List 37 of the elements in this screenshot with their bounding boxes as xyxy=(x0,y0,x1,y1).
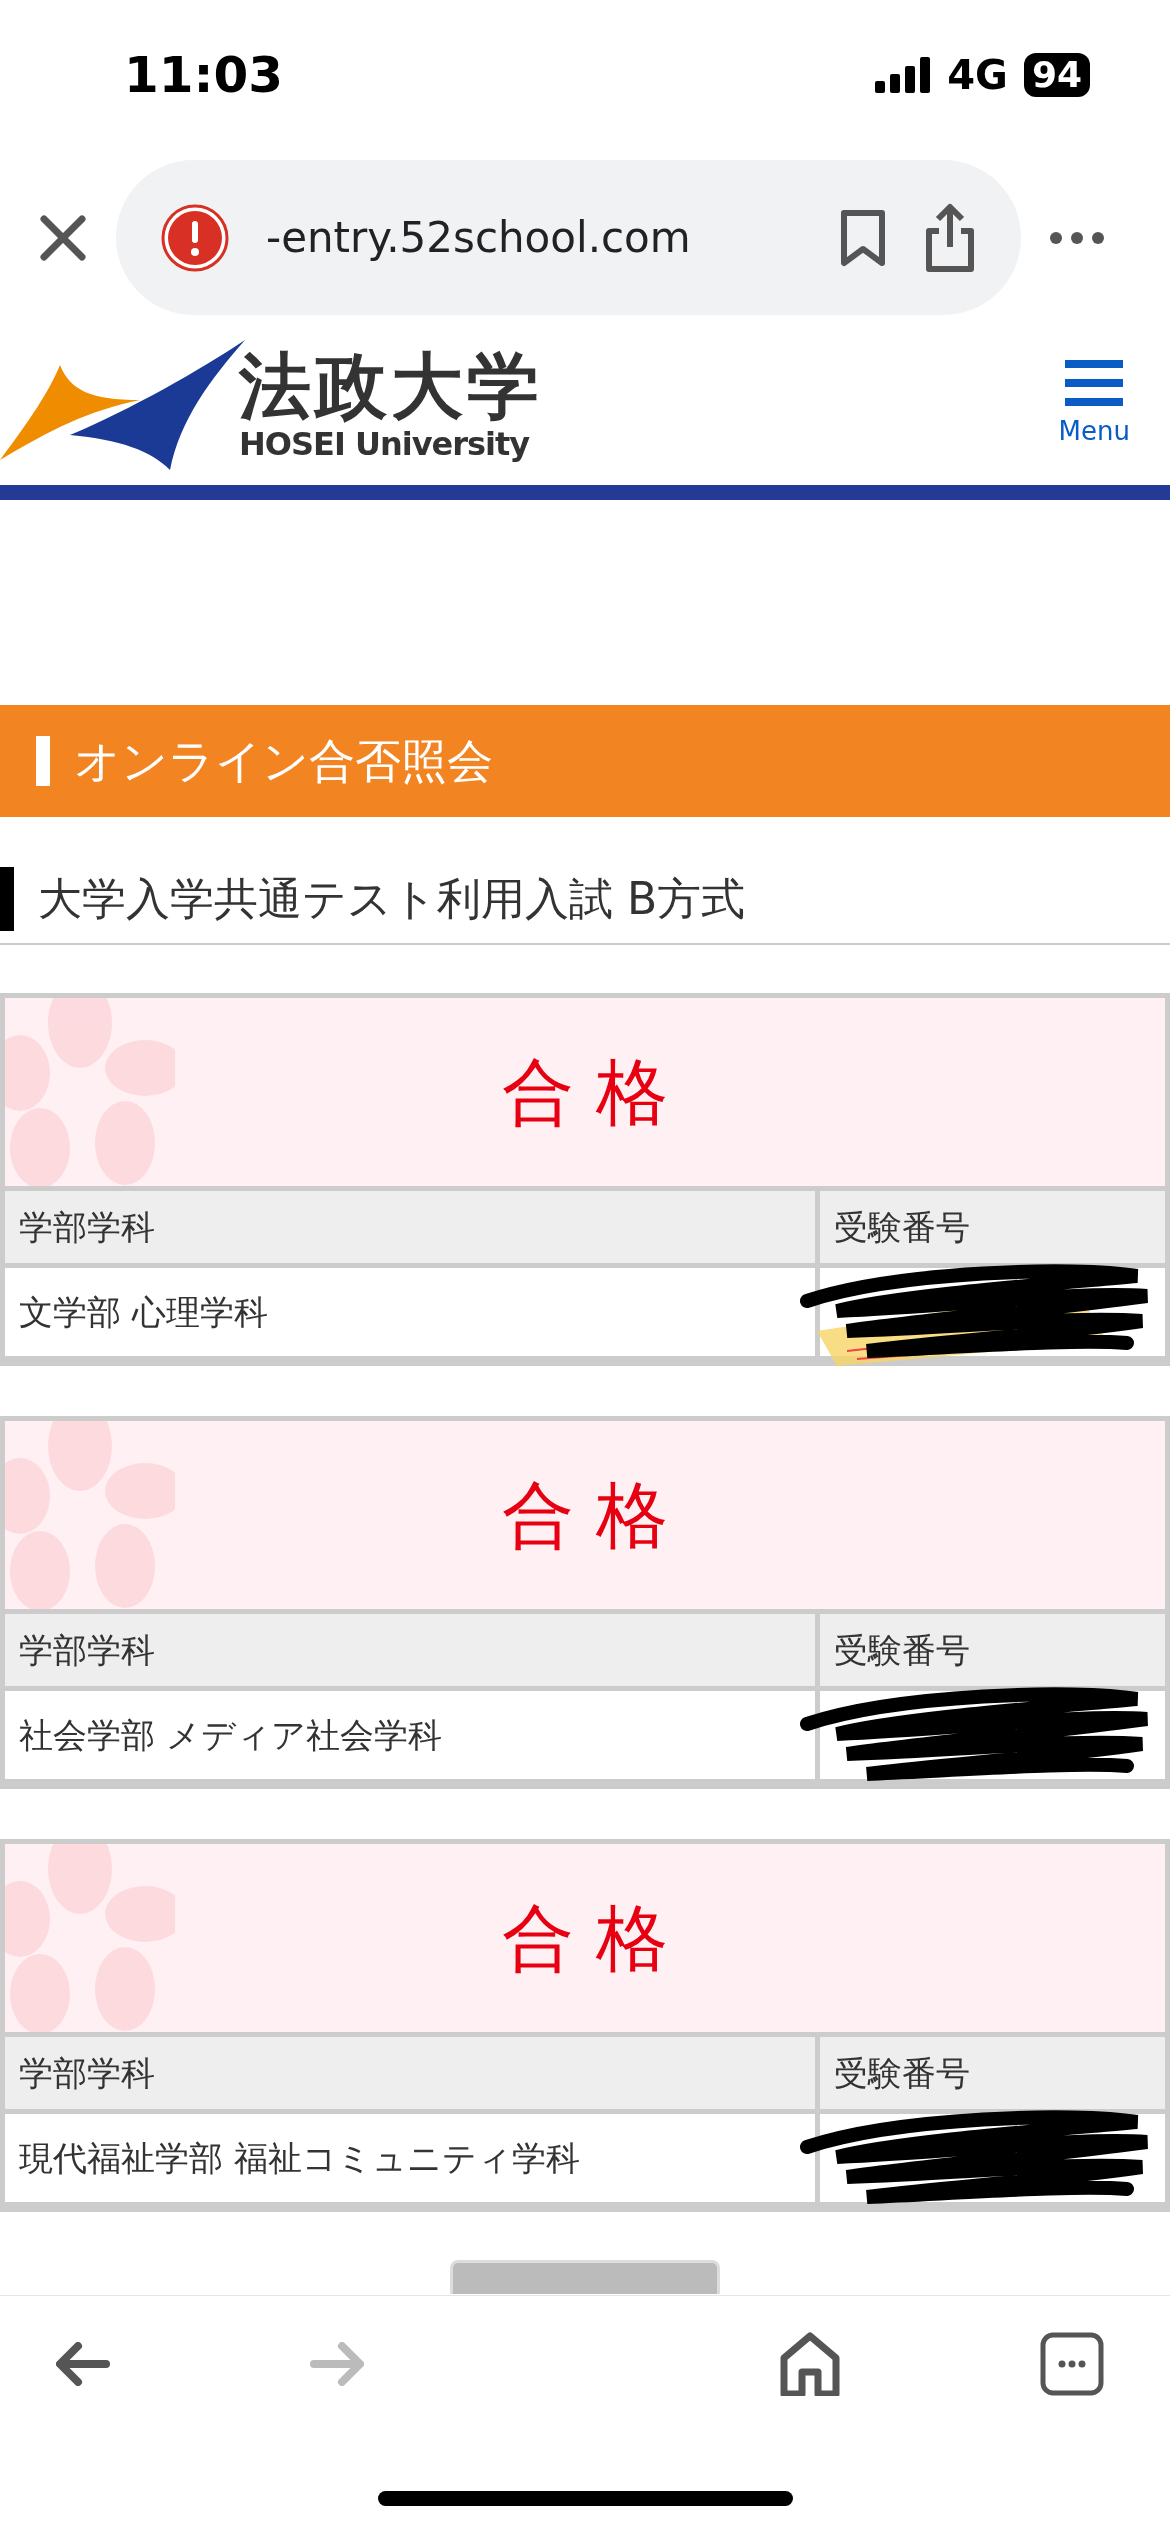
logo-kanji: 法政大学 xyxy=(239,350,543,422)
network-label: 4G xyxy=(947,51,1008,100)
table-header-cell: 学部学科 xyxy=(5,2037,815,2109)
url-text: -entry.52school.com xyxy=(266,212,691,264)
table-header-cell: 学部学科 xyxy=(5,1614,815,1686)
back-arrow-icon[interactable] xyxy=(56,2341,110,2386)
blossom-icon xyxy=(5,998,175,1186)
banner-title: オンライン合否照会 xyxy=(74,732,493,790)
logo-latin: HOSEI University xyxy=(239,428,531,460)
table-cell: 現代福祉学部 福祉コミュニティ学科 xyxy=(5,2114,815,2202)
exam-heading: 大学入学共通テスト利用入試 B方式 xyxy=(38,872,746,926)
table-header-cell: 受験番号 xyxy=(820,1614,1165,1686)
warning-icon xyxy=(160,202,230,273)
table-header-cell: 受験番号 xyxy=(820,1191,1165,1263)
table-header-cell: 学部学科 xyxy=(5,1191,815,1263)
result-status: 合 格 xyxy=(501,1472,669,1559)
bookmark-icon[interactable] xyxy=(839,208,887,267)
table-cell: 社会学部 メディア社会学科 xyxy=(5,1691,815,1779)
menu-icon xyxy=(1065,359,1124,406)
address-bar[interactable]: -entry.52school.com xyxy=(116,160,1021,315)
blossom-icon xyxy=(5,1421,175,1609)
accent-bar xyxy=(0,867,14,931)
close-icon[interactable] xyxy=(38,212,88,263)
result-status: 合 格 xyxy=(501,1049,669,1136)
tabs-icon[interactable] xyxy=(1040,2331,1104,2396)
table-header-cell: 受験番号 xyxy=(820,2037,1165,2109)
menu-button[interactable]: Menu xyxy=(1058,359,1130,451)
more-icon[interactable] xyxy=(1049,230,1105,245)
status-time: 11:03 xyxy=(124,44,284,106)
home-icon[interactable] xyxy=(780,2331,840,2396)
result-status: 合 格 xyxy=(501,1895,669,1982)
battery-level: 94 xyxy=(1023,53,1090,97)
share-icon[interactable] xyxy=(923,202,977,273)
table-cell: 文学部 心理学科 xyxy=(5,1268,815,1356)
blossom-icon xyxy=(5,1844,175,2032)
accent-bar xyxy=(36,736,50,786)
signal-icon xyxy=(875,57,932,93)
